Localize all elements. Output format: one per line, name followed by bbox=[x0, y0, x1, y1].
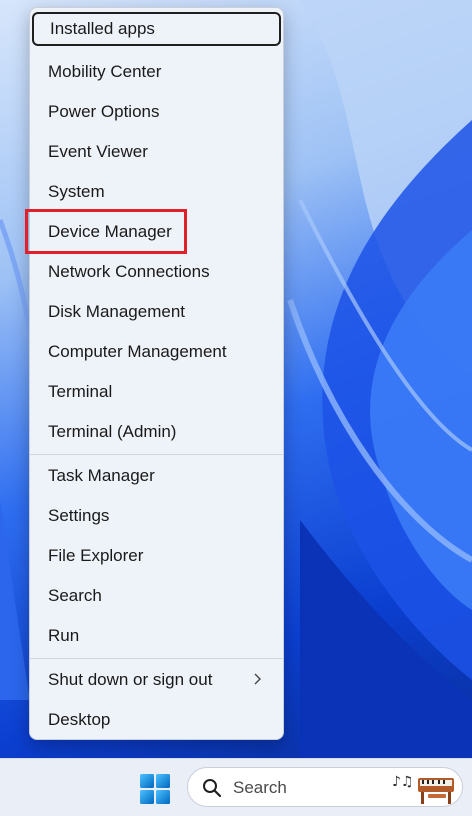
menu-item-terminal[interactable]: Terminal bbox=[30, 374, 283, 410]
menu-item-label: Event Viewer bbox=[48, 142, 148, 161]
taskbar: Search ♪♫ bbox=[0, 758, 472, 816]
menu-item-disk-management[interactable]: Disk Management bbox=[30, 294, 283, 330]
taskbar-search-box[interactable]: Search ♪♫ bbox=[187, 767, 463, 807]
menu-item-label: Terminal bbox=[48, 382, 113, 401]
menu-item-label: Power Options bbox=[48, 102, 160, 121]
menu-item-computer-management[interactable]: Computer Management bbox=[30, 334, 283, 370]
menu-item-label: Shut down or sign out bbox=[48, 670, 213, 689]
menu-item-installed-apps[interactable]: Installed apps bbox=[32, 12, 281, 46]
menu-item-search[interactable]: Search bbox=[30, 578, 283, 614]
chevron-right-icon bbox=[254, 673, 261, 685]
menu-item-label: Run bbox=[48, 626, 80, 645]
menu-item-mobility-center[interactable]: Mobility Center bbox=[30, 54, 283, 90]
menu-item-settings[interactable]: Settings bbox=[30, 498, 283, 534]
menu-item-system[interactable]: System bbox=[30, 174, 283, 210]
menu-item-label: Terminal (Admin) bbox=[48, 422, 177, 441]
menu-item-label: Device Manager bbox=[48, 222, 172, 241]
piano-music-search-highlight-icon: ♪♫ bbox=[392, 774, 454, 804]
menu-item-label: Computer Management bbox=[48, 342, 227, 361]
menu-item-device-manager[interactable]: Device Manager bbox=[30, 214, 283, 250]
menu-item-label: Task Manager bbox=[48, 466, 155, 485]
menu-item-label: Mobility Center bbox=[48, 62, 162, 81]
menu-item-power-options[interactable]: Power Options bbox=[30, 94, 283, 130]
menu-item-label: File Explorer bbox=[48, 546, 144, 565]
menu-item-terminal-admin[interactable]: Terminal (Admin) bbox=[30, 414, 283, 450]
menu-item-label: Installed apps bbox=[50, 19, 155, 38]
menu-item-label: Settings bbox=[48, 506, 110, 525]
search-placeholder: Search bbox=[233, 778, 287, 797]
menu-item-task-manager[interactable]: Task Manager bbox=[30, 458, 283, 494]
menu-item-label: Search bbox=[48, 586, 102, 605]
menu-item-network-connections[interactable]: Network Connections bbox=[30, 254, 283, 290]
svg-text:♪♫: ♪♫ bbox=[392, 774, 414, 790]
menu-item-desktop[interactable]: Desktop bbox=[30, 702, 283, 738]
menu-item-run[interactable]: Run bbox=[30, 618, 283, 654]
menu-item-file-explorer[interactable]: File Explorer bbox=[30, 538, 283, 574]
menu-item-label: Disk Management bbox=[48, 302, 186, 321]
menu-separator bbox=[30, 658, 283, 659]
menu-item-label: Network Connections bbox=[48, 262, 210, 281]
menu-separator bbox=[30, 454, 283, 455]
quick-link-menu: Installed apps Mobility Center Power Opt… bbox=[29, 7, 284, 740]
windows-start-icon[interactable] bbox=[139, 773, 171, 805]
search-icon bbox=[203, 779, 222, 798]
menu-item-label: Desktop bbox=[48, 710, 111, 729]
menu-item-event-viewer[interactable]: Event Viewer bbox=[30, 134, 283, 170]
menu-item-shut-down-or-sign-out[interactable]: Shut down or sign out bbox=[30, 662, 283, 698]
menu-item-label: System bbox=[48, 182, 105, 201]
